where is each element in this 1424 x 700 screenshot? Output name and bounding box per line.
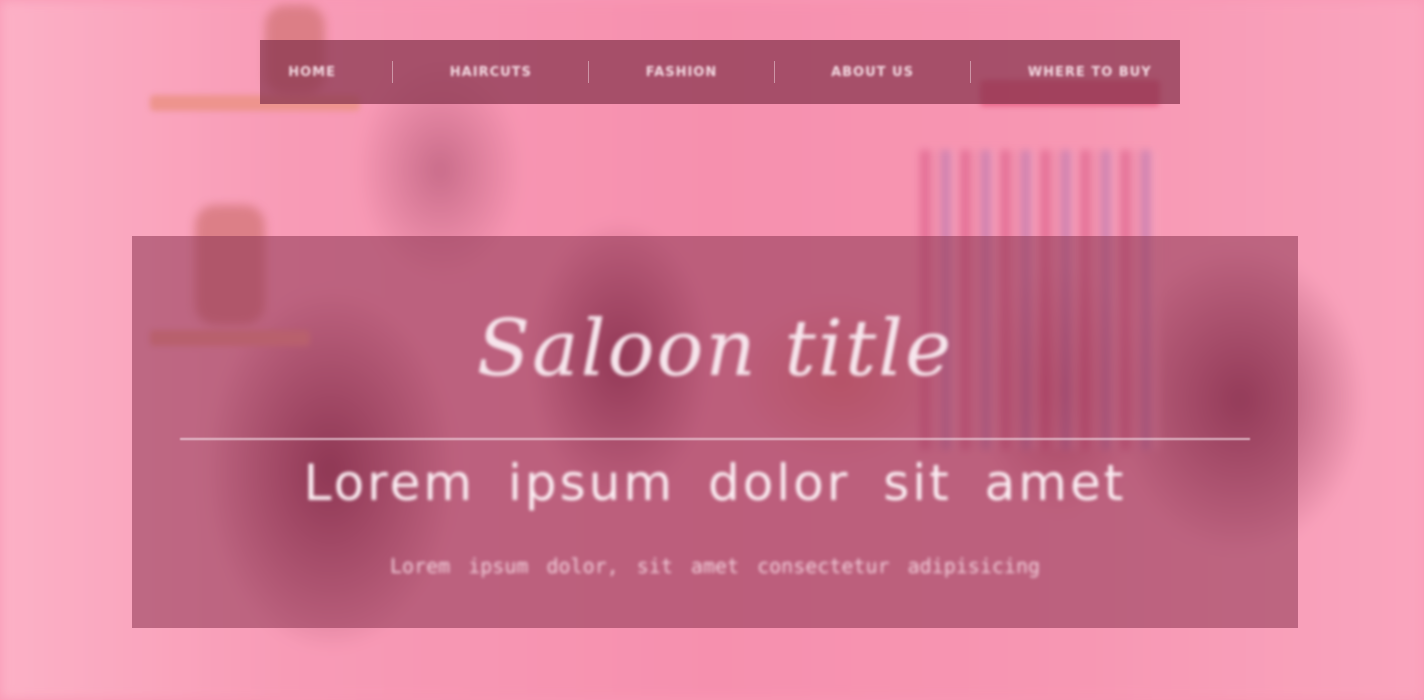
nav-item-where-to-buy[interactable]: WHERE TO BUY [1028,65,1152,80]
nav-item-haircuts[interactable]: HAIRCUTS [450,65,532,80]
nav-divider [392,61,394,83]
nav-item-about-us[interactable]: ABOUT US [831,65,914,80]
hero-title: Saloon title [476,304,954,394]
hero-divider [180,438,1250,440]
nav-divider [970,61,972,83]
salon-landing-page: HOME HAIRCUTS FASHION ABOUT US WHERE TO … [0,0,1424,700]
main-navigation: HOME HAIRCUTS FASHION ABOUT US WHERE TO … [260,40,1180,104]
hero-subtitle: Lorem ipsum dolor sit amet [303,454,1127,512]
nav-divider [773,61,775,83]
hero-banner: Saloon title Lorem ipsum dolor sit amet … [132,236,1298,628]
hero-tagline: Lorem ipsum dolor, sit amet consectetur … [389,554,1041,578]
nav-item-fashion[interactable]: FASHION [646,65,717,80]
nav-divider [588,61,590,83]
nav-item-home[interactable]: HOME [288,65,336,80]
